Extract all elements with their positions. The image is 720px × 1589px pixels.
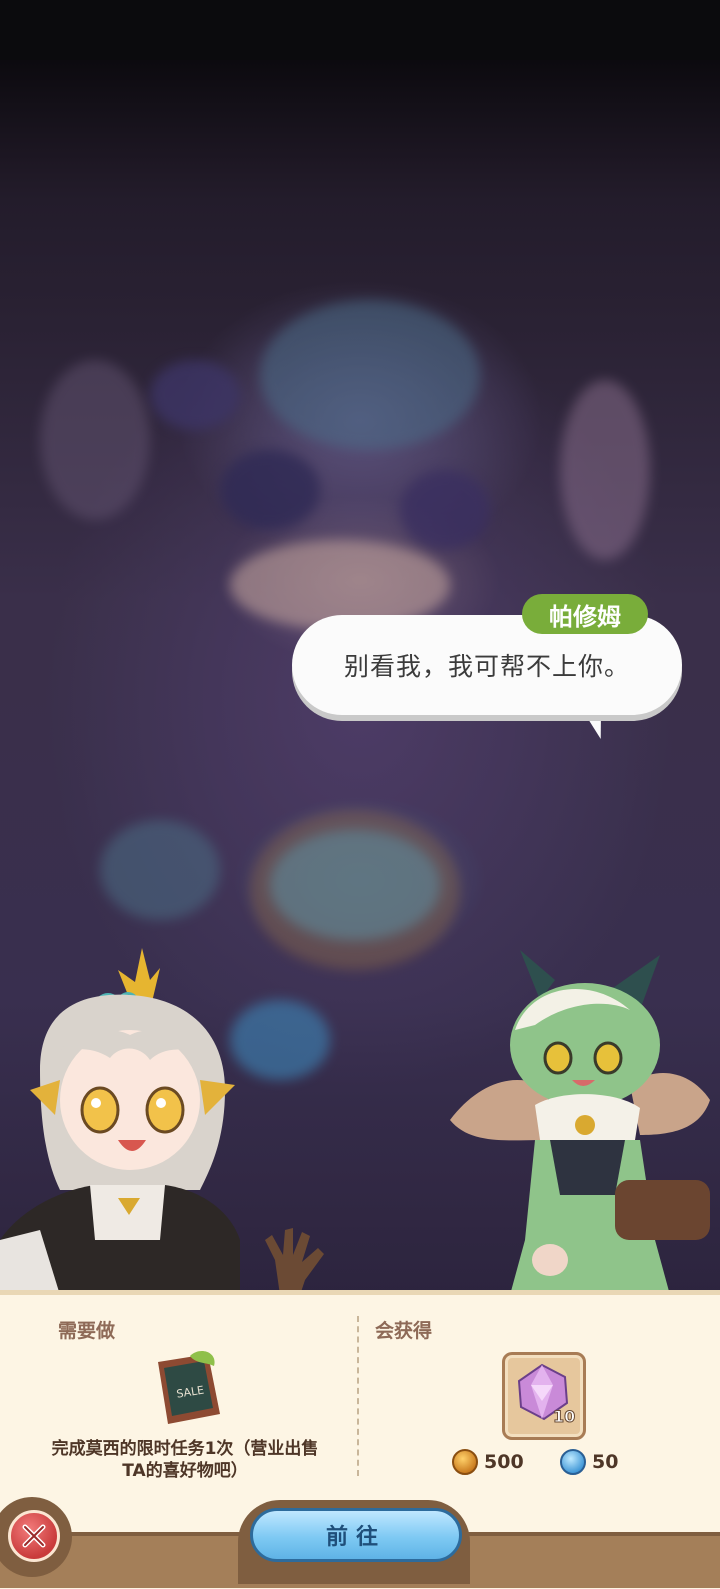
blurred-decor [100,820,220,920]
close-icon [22,1524,46,1548]
dragon-satchel [615,1180,710,1240]
gold-resource: 500 [452,1448,524,1476]
blurred-decor [400,470,490,550]
blue-resource: 50 [560,1448,618,1476]
blurred-decor [150,360,240,430]
dragon-eye-left [543,1041,573,1075]
reward-item-tile[interactable] [502,1352,586,1440]
go-button[interactable]: 前往 [250,1508,462,1562]
blurred-decor [40,360,150,520]
eye-shine [156,1098,166,1108]
dragon-eye-right [593,1041,623,1075]
dragon-brooch [575,1115,595,1135]
gold-coin-icon [452,1449,478,1475]
todo-title: 需要做 [58,1320,116,1342]
dragon-character-portrait [450,950,710,1295]
dragon-legs [510,1240,670,1295]
girl-eye-right [145,1086,185,1134]
girl-character-portrait [0,948,324,1295]
task-description: 完成莫西的限时任务1次（营业出售TA的喜好物吧） [51,1439,319,1481]
status-bar [0,0,720,60]
eye-shine [91,1098,101,1108]
blurred-decor [260,300,480,450]
blue-drop-icon [560,1449,586,1475]
reward-title: 会获得 [375,1320,433,1342]
girl-eye-left [80,1086,120,1134]
blue-amount: 50 [592,1451,619,1473]
close-button[interactable] [8,1510,60,1562]
girl-hand [265,1228,324,1295]
blurred-decor [560,380,650,560]
sale-board-icon: SALE [158,1351,220,1424]
dragon-vest [550,1140,625,1195]
panel-divider [357,1316,359,1476]
reward-count: 10 [552,1407,576,1427]
blurred-decor [220,450,320,530]
dragon-paw [532,1244,568,1276]
speaker-name-tag: 帕修姆 [522,594,648,634]
gold-amount: 500 [484,1451,524,1473]
